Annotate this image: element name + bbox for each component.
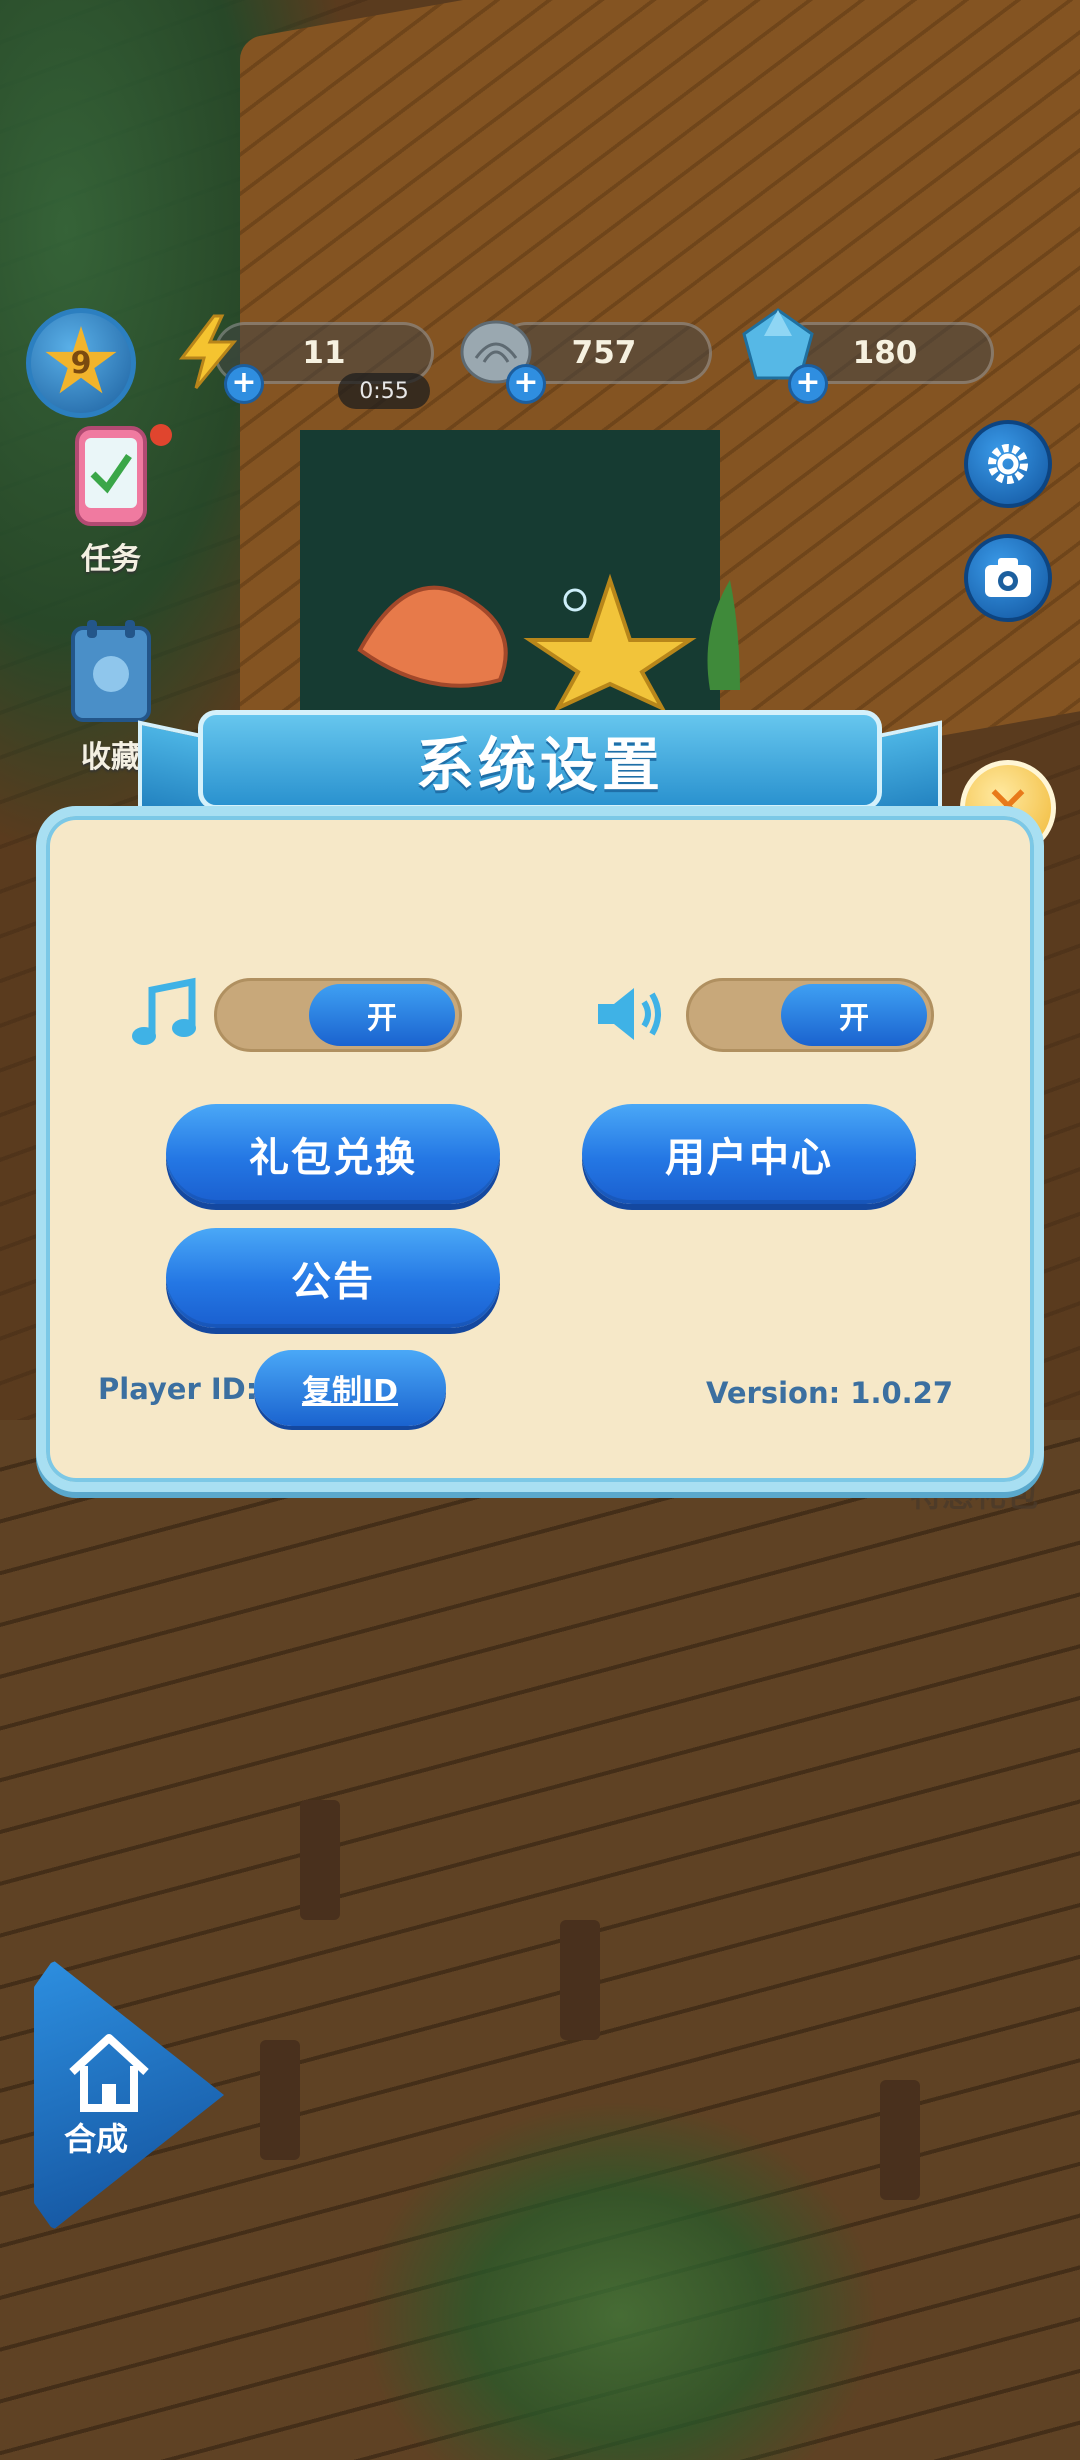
phone-task-icon xyxy=(75,426,147,526)
music-note-icon xyxy=(132,977,196,1045)
version-label: Version: 1.0.27 xyxy=(706,1376,954,1410)
music-toggle-knob: 开 xyxy=(309,984,455,1046)
energy-value: 11 xyxy=(302,335,346,371)
tasks-button[interactable]: 任务 xyxy=(46,420,176,578)
announcement-label: 公告 xyxy=(291,1259,375,1305)
add-gems-button[interactable]: + xyxy=(788,364,828,404)
settings-title: 系统设置 xyxy=(198,710,882,810)
music-toggle-state: 开 xyxy=(367,1001,397,1036)
player-level: 9 xyxy=(70,345,92,381)
gift-redeem-button[interactable]: 礼包兑换 xyxy=(166,1104,500,1204)
collection-label: 收藏 xyxy=(81,740,141,775)
energy-timer-text: 0:55 xyxy=(359,378,409,404)
gem-value: 180 xyxy=(852,335,918,371)
shell-value: 757 xyxy=(571,335,637,371)
music-toggle[interactable]: 开 xyxy=(214,978,462,1052)
player-level-badge[interactable]: 9 xyxy=(26,308,136,418)
deck-post xyxy=(560,1920,600,2040)
add-shells-button[interactable]: + xyxy=(506,364,546,404)
home-icon xyxy=(69,2034,149,2112)
copy-id-button[interactable]: 复制ID xyxy=(254,1350,446,1426)
gear-icon xyxy=(988,444,1028,484)
sound-toggle-state: 开 xyxy=(839,1001,869,1036)
camera-icon xyxy=(985,558,1031,597)
palm-plants xyxy=(360,2100,880,2460)
energy-timer: 0:55 xyxy=(338,373,430,409)
merge-label: 合成 xyxy=(64,2120,129,2158)
tasks-label: 任务 xyxy=(81,542,141,577)
copy-id-label: 复制ID xyxy=(301,1374,399,1409)
gift-redeem-label: 礼包兑换 xyxy=(249,1135,417,1181)
deck-post xyxy=(260,2040,300,2160)
level-star-icon: 9 xyxy=(45,326,117,394)
sound-toggle-knob: 开 xyxy=(781,984,927,1046)
camera-button[interactable] xyxy=(964,534,1052,622)
user-center-button[interactable]: 用户中心 xyxy=(582,1104,916,1204)
speaker-icon xyxy=(598,988,661,1040)
settings-button[interactable] xyxy=(964,420,1052,508)
deck-post xyxy=(880,2080,920,2200)
player-id-label: Player ID: xyxy=(98,1372,258,1406)
deck-post xyxy=(300,1800,340,1920)
seashell-starfish-decoration xyxy=(357,573,740,710)
sound-toggle[interactable]: 开 xyxy=(686,978,934,1052)
announcement-button[interactable]: 公告 xyxy=(166,1228,500,1328)
add-energy-button[interactable]: + xyxy=(224,364,264,404)
user-center-label: 用户中心 xyxy=(665,1135,833,1181)
